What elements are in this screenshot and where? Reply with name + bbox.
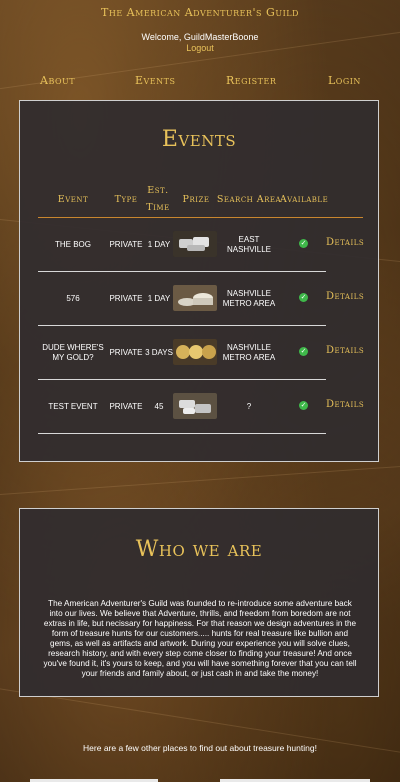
gold-coins-image: [173, 339, 217, 365]
details-link[interactable]: Details: [326, 237, 364, 248]
site-title: The American Adventurer's Guild: [101, 6, 299, 19]
silver-bars-image: [173, 231, 217, 257]
details-link[interactable]: Details: [326, 399, 364, 410]
header-event: Event: [57, 194, 89, 205]
event-row: TEST EVENT PRIVATE 45 ? ✓ Details: [20, 381, 380, 435]
header-search-area: Search Area: [216, 194, 282, 205]
row-divider: [38, 433, 326, 434]
check-icon: ✓: [299, 239, 308, 248]
check-icon: ✓: [299, 347, 308, 356]
event-search-area: NASHVILLE METRO AREA: [222, 343, 276, 362]
nav-login[interactable]: Login: [328, 74, 361, 87]
event-est-time: 1 DAY: [147, 240, 171, 249]
event-type: PRIVATE: [109, 294, 143, 303]
coin-stack-image: [173, 285, 217, 311]
event-name: DUDE WHERE'S MY GOLD?: [42, 343, 104, 362]
nav-register[interactable]: Register: [226, 74, 276, 87]
row-divider: [38, 271, 326, 272]
event-row: DUDE WHERE'S MY GOLD? PRIVATE 3 DAYS NAS…: [20, 327, 380, 381]
links-intro-text: Here are a few other places to find out …: [83, 743, 317, 753]
check-icon: ✓: [299, 293, 308, 302]
logout-link[interactable]: Logout: [0, 43, 400, 53]
event-name: 576: [66, 294, 80, 303]
nav-about[interactable]: About: [40, 74, 75, 87]
event-name: THE BOG: [54, 240, 91, 249]
row-divider: [38, 325, 326, 326]
silver-bullion-image: [173, 393, 217, 419]
who-we-are-panel: Who we are The American Adventurer's Gui…: [19, 508, 379, 697]
map-texture: [0, 459, 400, 502]
event-type: PRIVATE: [109, 348, 143, 357]
header-prize: Prize: [182, 194, 210, 205]
event-type: PRIVATE: [109, 240, 143, 249]
who-we-are-body: The American Adventurer's Guild was foun…: [43, 599, 357, 678]
header-divider: [38, 217, 363, 218]
header-est-time: Est. Time: [146, 185, 170, 213]
event-type: PRIVATE: [109, 402, 143, 411]
details-link[interactable]: Details: [326, 291, 364, 302]
header-type: Type: [114, 194, 138, 205]
check-icon: ✓: [299, 401, 308, 410]
event-search-area: NASHVILLE METRO AREA: [222, 289, 276, 308]
events-panel: Events Event Type Est. Time Prize Search…: [19, 100, 379, 462]
header-available: Available: [279, 194, 329, 205]
event-row: THE BOG PRIVATE 1 DAY EAST NASHVILLE ✓ D…: [20, 219, 380, 273]
event-search-area: EAST NASHVILLE: [226, 235, 272, 254]
who-we-are-title: Who we are: [135, 537, 263, 562]
nav-events[interactable]: Events: [135, 74, 175, 87]
event-search-area: ?: [246, 402, 252, 411]
event-est-time: 45: [154, 402, 164, 411]
event-name: TEST EVENT: [48, 402, 98, 411]
event-est-time: 3 DAYS: [145, 348, 173, 357]
map-texture: [0, 18, 400, 103]
event-est-time: 1 DAY: [147, 294, 171, 303]
event-row: 576 PRIVATE 1 DAY NASHVILLE METRO AREA ✓…: [20, 273, 380, 327]
events-title: Events: [161, 127, 237, 152]
welcome-text: Welcome, GuildMasterBoone: [141, 32, 259, 42]
details-link[interactable]: Details: [326, 345, 364, 356]
row-divider: [38, 379, 326, 380]
